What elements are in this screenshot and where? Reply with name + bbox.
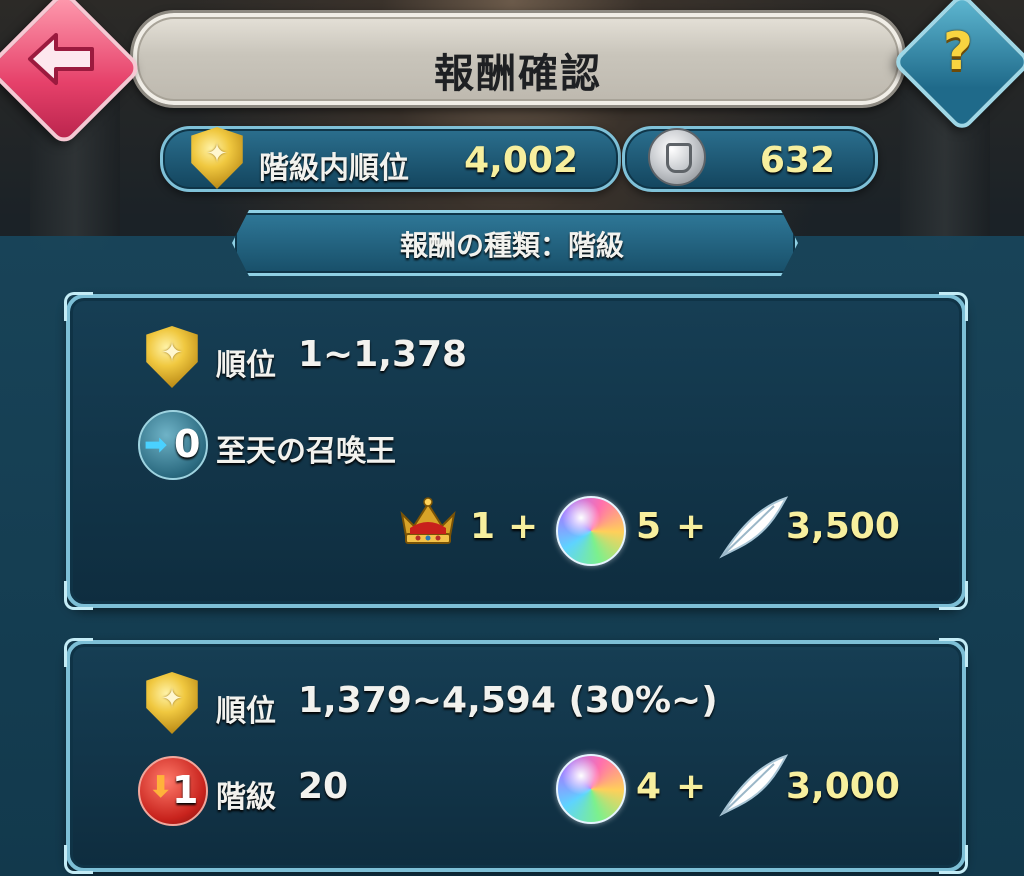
crown-icon [398,496,458,546]
left-arrow-icon[interactable] [18,16,104,102]
orb-icon [556,754,626,824]
tier-change-badge: ⬇ 1 [138,756,208,826]
reward-amount: 4 [636,766,662,807]
reward-amount: 3,000 [786,766,900,807]
rank-label: 階級内順位 [259,151,409,186]
right-arrow-icon: ➡ [144,428,168,461]
tier-label: 階級 [216,780,276,815]
reward-amount: 5 [636,506,662,547]
tier-change-value: 0 [174,422,201,466]
gold-shield-icon [191,127,243,189]
reward-amount: 3,500 [786,506,900,547]
tier-value: 20 [298,766,349,807]
panel-corner [939,638,968,667]
panel-corner [64,638,93,667]
reward-type-label: 報酬の種類：階級 [399,229,624,262]
panel-corner [64,292,93,321]
reward-amount: 1 [470,506,496,547]
help-icon[interactable]: ? [912,22,1004,92]
title-plate: 報酬確認 [130,10,906,108]
feather-icon [716,494,790,560]
panel-corner [939,845,968,874]
rank-value: 4,002 [464,140,578,181]
score-value: 632 [759,140,835,181]
tier-name: 至天の召喚王 [216,434,396,469]
silver-medal-icon [648,128,706,186]
rank-range-label: 順位 [216,694,276,729]
panel-corner [939,292,968,321]
down-arrow-icon: ⬇ [148,770,174,805]
panel-corner [64,845,93,874]
tier-change-value: 1 [172,768,199,812]
rank-range-value: 1,379~4,594 (30%~) [298,680,718,721]
panel-corner [64,581,93,610]
reward-tier-panel [64,638,968,874]
plus-separator: + [508,506,539,547]
rank-stat-pill: 階級内順位 4,002 [160,126,621,192]
orb-icon [556,496,626,566]
panel-corner [939,581,968,610]
feather-icon [716,752,790,818]
plus-separator: + [676,766,707,807]
rank-range-label: 順位 [216,348,276,383]
tier-change-badge: ➡ 0 [138,410,208,480]
page-title: 報酬確認 [434,51,602,97]
rank-range-value: 1~1,378 [298,334,468,375]
plus-separator: + [676,506,707,547]
